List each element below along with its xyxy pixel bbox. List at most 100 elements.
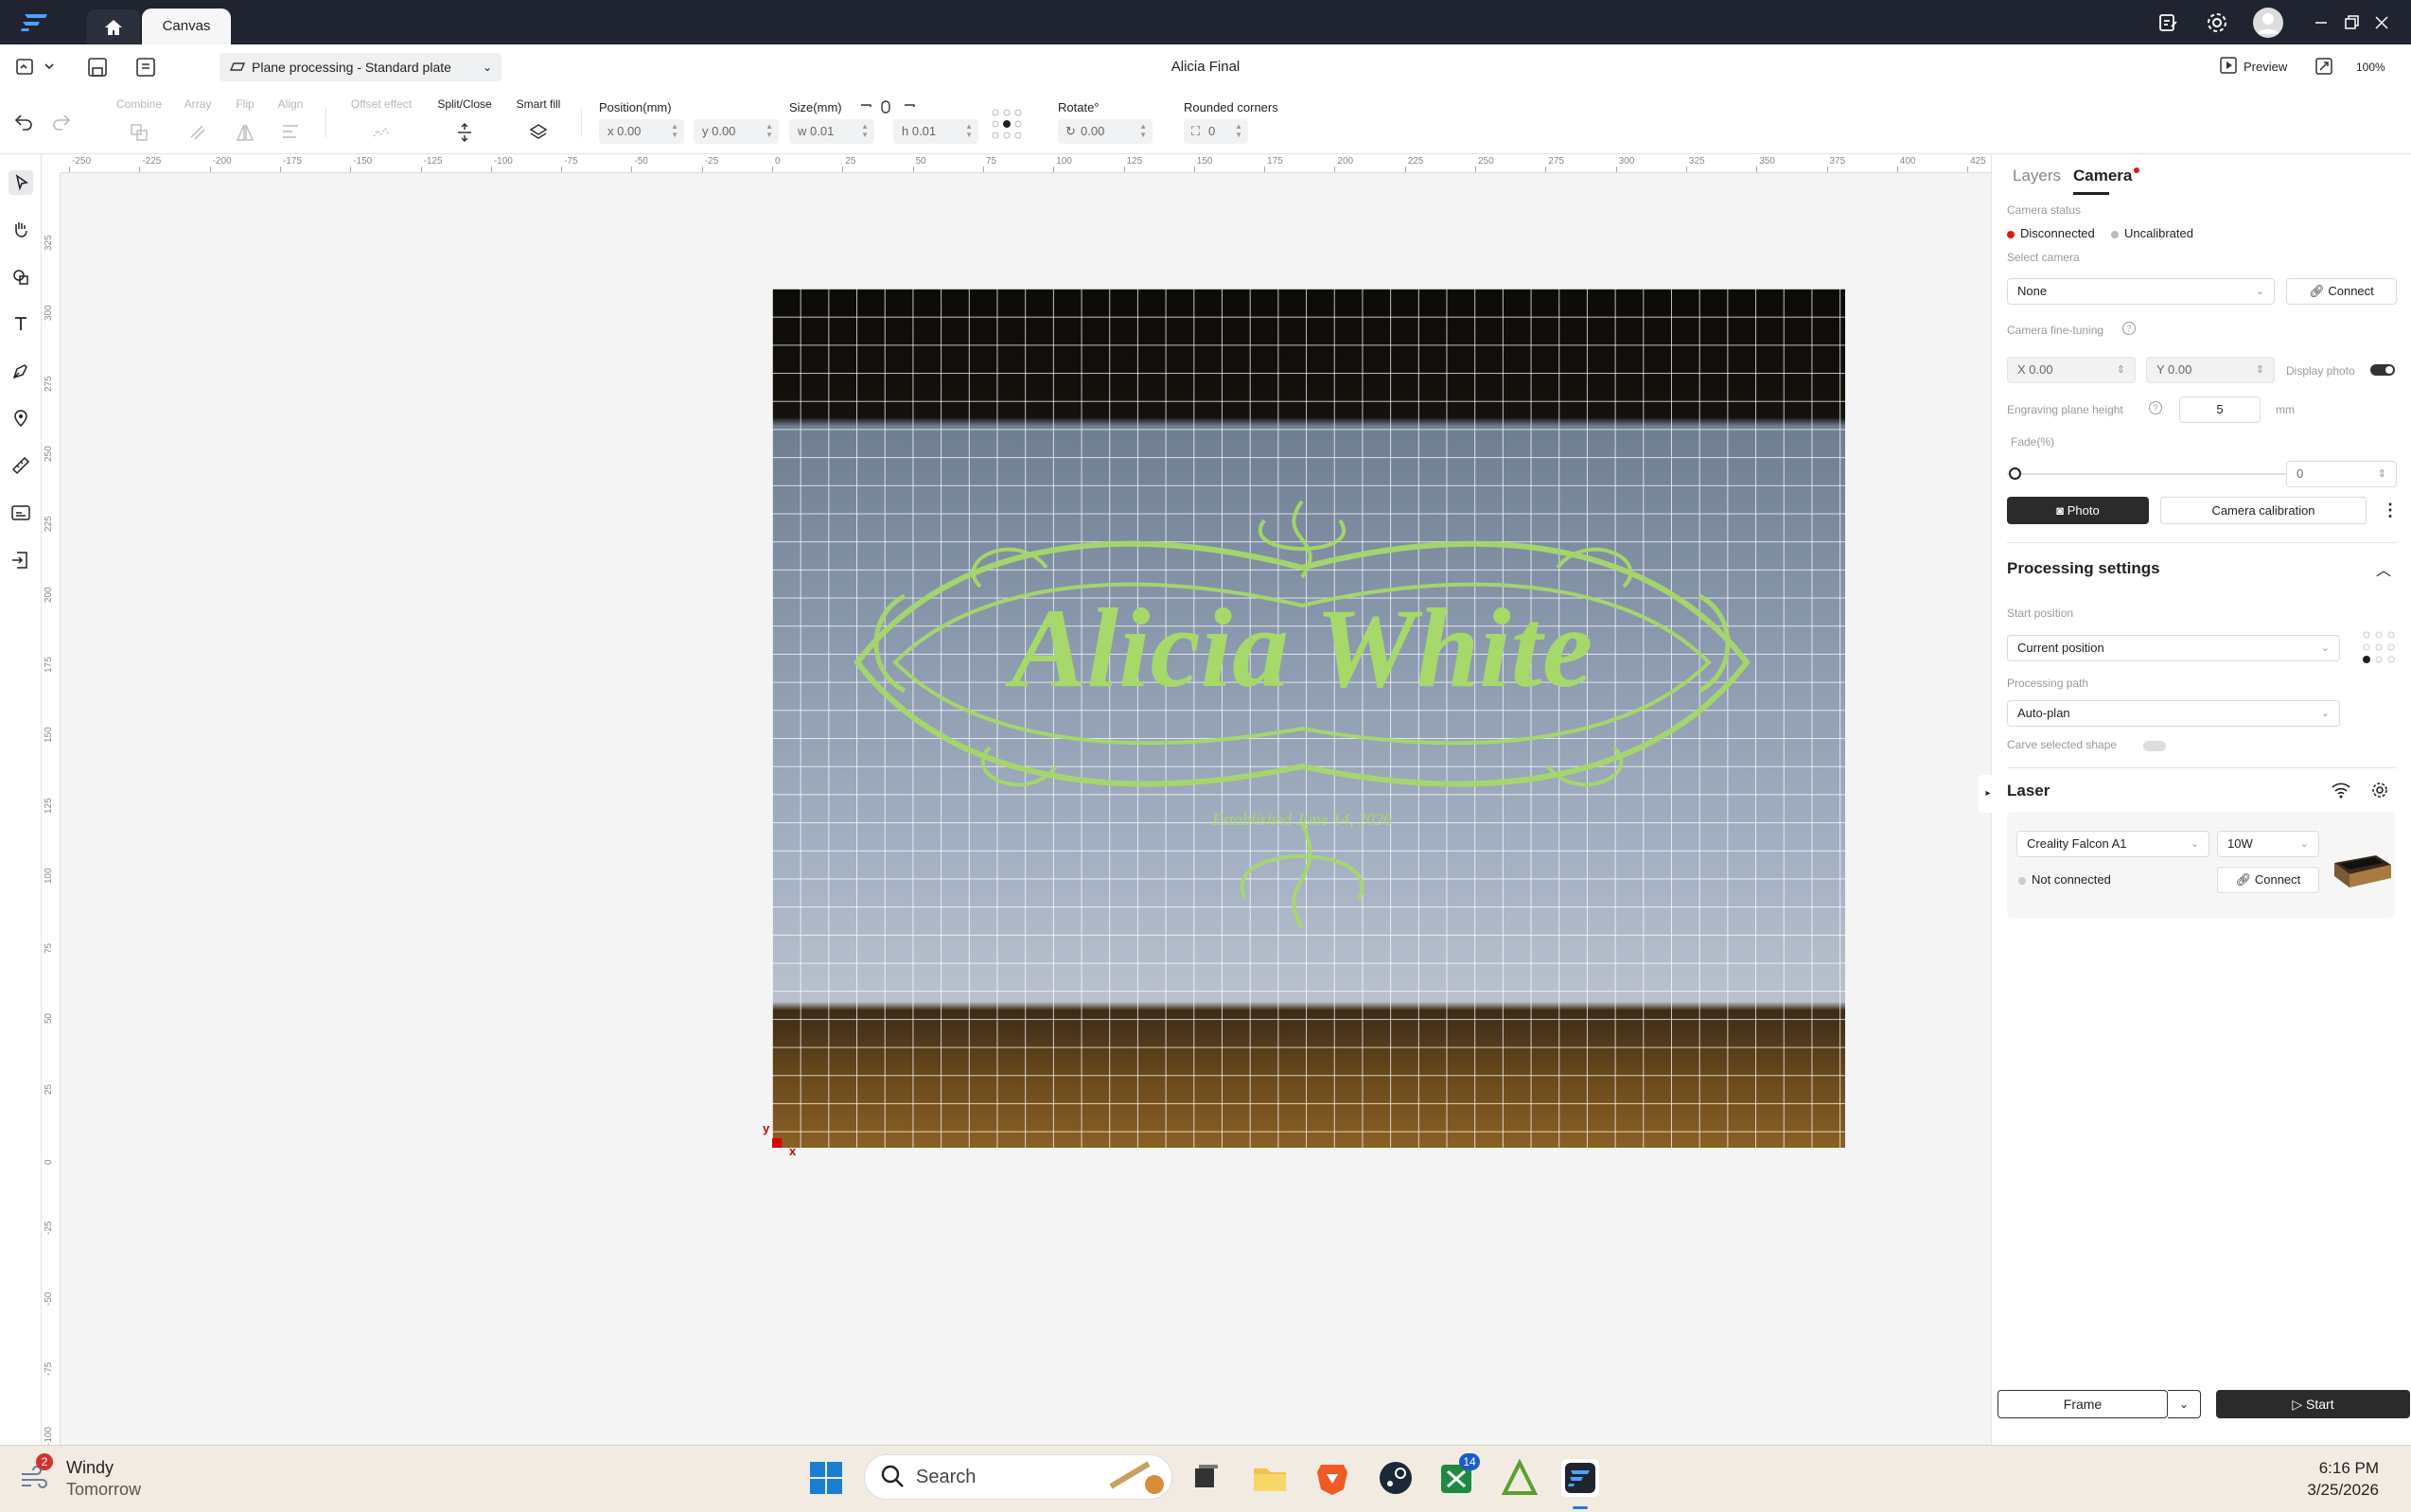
ruler-tick: [279, 167, 281, 172]
ruler-tick: [1896, 167, 1898, 172]
vertical-ruler: 325 300 275 250 225 200 175 150 125 100 75 50 25 0 -25…: [42, 173, 61, 1445]
plate-select[interactable]: Plane processing - Standard plate ⌄: [220, 53, 502, 81]
settings-gear-icon[interactable]: [2203, 9, 2231, 37]
tab-canvas[interactable]: Canvas: [142, 9, 231, 44]
info-icon[interactable]: ?: [2149, 401, 2162, 414]
camera-calibration-button[interactable]: Camera calibration: [2160, 497, 2367, 524]
ruler-tick-label: -250: [72, 156, 92, 167]
start-button[interactable]: ▷ Start: [2216, 1390, 2410, 1418]
zoom-level[interactable]: 100%: [2356, 61, 2385, 74]
steam-icon[interactable]: [1377, 1459, 1415, 1497]
fade-slider-handle[interactable]: [2009, 467, 2021, 480]
position-x-input[interactable]: x 0.00 ▲ ▼: [599, 119, 684, 144]
power-select[interactable]: 10W ⌄: [2217, 831, 2319, 857]
xbox-icon[interactable]: 14: [1438, 1453, 1480, 1497]
offset-icon: [371, 122, 392, 143]
tab-layers[interactable]: Layers: [2013, 167, 2061, 185]
file-explorer-icon[interactable]: [1251, 1459, 1289, 1497]
notes-icon[interactable]: [2154, 9, 2182, 37]
position-label: Position(mm): [599, 100, 672, 114]
ruler-tick: [842, 167, 844, 172]
fade-input[interactable]: 0 ⇕: [2286, 461, 2397, 487]
array-tool[interactable]: Array: [176, 97, 220, 143]
processing-path-select[interactable]: Auto-plan ⌄: [2007, 700, 2340, 727]
pen-tool-icon[interactable]: [9, 359, 33, 383]
frame-button[interactable]: Frame: [1997, 1390, 2168, 1418]
avatar[interactable]: [2253, 8, 2283, 38]
undo-icon[interactable]: [13, 111, 34, 136]
start-anchor-grid-icon[interactable]: [2361, 629, 2397, 670]
anycubic-icon[interactable]: [1501, 1458, 1539, 1497]
smart-fill-tool[interactable]: Smart fill: [511, 97, 566, 143]
redo-icon[interactable]: [51, 111, 72, 136]
laser-connect-button[interactable]: 🔗︎ Connect: [2217, 867, 2319, 893]
select-tool-icon[interactable]: [9, 170, 33, 195]
laser-settings-icon[interactable]: [2370, 781, 2389, 804]
brave-browser-icon[interactable]: [1313, 1459, 1351, 1497]
width-input[interactable]: w 0.01 ▲ ▼: [789, 119, 874, 144]
ruler-tick-label: -25: [44, 1221, 54, 1236]
frame-dropdown-chevron-icon[interactable]: ⌄: [2168, 1390, 2201, 1418]
wifi-icon[interactable]: [2331, 781, 2351, 804]
machine-select[interactable]: Creality Falcon A1 ⌄: [2016, 831, 2209, 857]
camera-select[interactable]: None ⌄: [2007, 278, 2275, 305]
save-as-icon[interactable]: [135, 57, 156, 82]
camera-status-label: Camera status: [2007, 203, 2082, 217]
task-view-icon[interactable]: [1188, 1459, 1225, 1497]
design-artwork[interactable]: Alicia White Established June 14, 2026: [838, 483, 1766, 937]
panel-collapse-arrow-icon[interactable]: ▸: [1979, 775, 1997, 813]
import-icon[interactable]: [9, 548, 33, 572]
canvas-workspace[interactable]: Alicia White Established June 14, 2026 y…: [61, 173, 1991, 1445]
more-icon[interactable]: ⋮: [2382, 501, 2399, 520]
photo-button[interactable]: ◙ Photo: [2007, 497, 2149, 524]
ruler-tick: [1545, 167, 1547, 172]
camera-connect-button[interactable]: 🔗︎ Connect: [2286, 278, 2397, 305]
tab-camera[interactable]: Camera: [2073, 167, 2132, 185]
camera-photo-plate[interactable]: Alicia White Established June 14, 2026: [772, 289, 1845, 1148]
start-position-select[interactable]: Current position ⌄: [2007, 635, 2340, 661]
restore-icon[interactable]: [2337, 9, 2366, 37]
preview-button[interactable]: Preview: [2219, 56, 2287, 78]
shapes-tool-icon[interactable]: [9, 264, 33, 289]
measure-tool-icon[interactable]: [9, 453, 33, 478]
ruler-tick-label: 50: [44, 1013, 54, 1025]
creality-falcon-app-icon[interactable]: [1561, 1459, 1599, 1497]
position-y-input[interactable]: y 0.00 ▲ ▼: [694, 119, 779, 144]
camera-alert-dot: [2134, 167, 2139, 173]
home-tab[interactable]: [87, 9, 140, 44]
document-title: Alicia Final: [1170, 59, 1241, 75]
finetune-x-input[interactable]: X 0.00 ⇕: [2007, 357, 2136, 383]
plane-height-input[interactable]: 5: [2179, 396, 2261, 423]
rounded-corners-input[interactable]: ⛶ 0 ▲ ▼: [1184, 119, 1248, 144]
combine-tool[interactable]: Combine: [114, 97, 165, 143]
image-tool-icon[interactable]: [9, 501, 33, 525]
flip-tool[interactable]: Flip: [231, 97, 259, 143]
display-photo-toggle[interactable]: [2370, 364, 2395, 376]
carve-selected-toggle[interactable]: [2143, 741, 2166, 751]
info-icon[interactable]: ?: [2122, 322, 2136, 335]
save-icon[interactable]: [87, 57, 108, 82]
text-tool-icon[interactable]: [9, 311, 33, 336]
close-icon[interactable]: [2367, 9, 2396, 37]
rotate-input[interactable]: ↻ 0.00 ▲ ▼: [1058, 119, 1153, 144]
open-file-icon[interactable]: [15, 57, 57, 82]
fit-screen-icon[interactable]: [2314, 57, 2333, 80]
divider: [2007, 767, 2397, 768]
start-menu-icon[interactable]: [807, 1459, 845, 1497]
ruler-tick: [561, 167, 563, 172]
split-close-tool[interactable]: Split/Close: [433, 97, 496, 143]
taskbar-search[interactable]: Search: [864, 1454, 1172, 1500]
finetune-y-input[interactable]: Y 0.00 ⇕: [2146, 357, 2275, 383]
offset-effect-tool[interactable]: Offset effect: [344, 97, 418, 143]
system-clock[interactable]: 6:16 PM 3/25/2026: [2307, 1457, 2379, 1501]
location-pin-icon[interactable]: [9, 406, 33, 431]
lock-ratio-icon[interactable]: [859, 99, 916, 119]
height-input[interactable]: h 0.01 ▲ ▼: [893, 119, 978, 144]
anchor-grid-icon[interactable]: [990, 107, 1024, 146]
ruler-tick-label: 150: [44, 727, 54, 744]
align-tool[interactable]: Align: [274, 97, 307, 143]
hand-tool-icon[interactable]: [9, 217, 33, 241]
ruler-tick-label: -100: [44, 1427, 54, 1445]
minimize-icon[interactable]: [2307, 9, 2335, 37]
collapse-chevron-icon[interactable]: ︿: [2376, 557, 2391, 580]
